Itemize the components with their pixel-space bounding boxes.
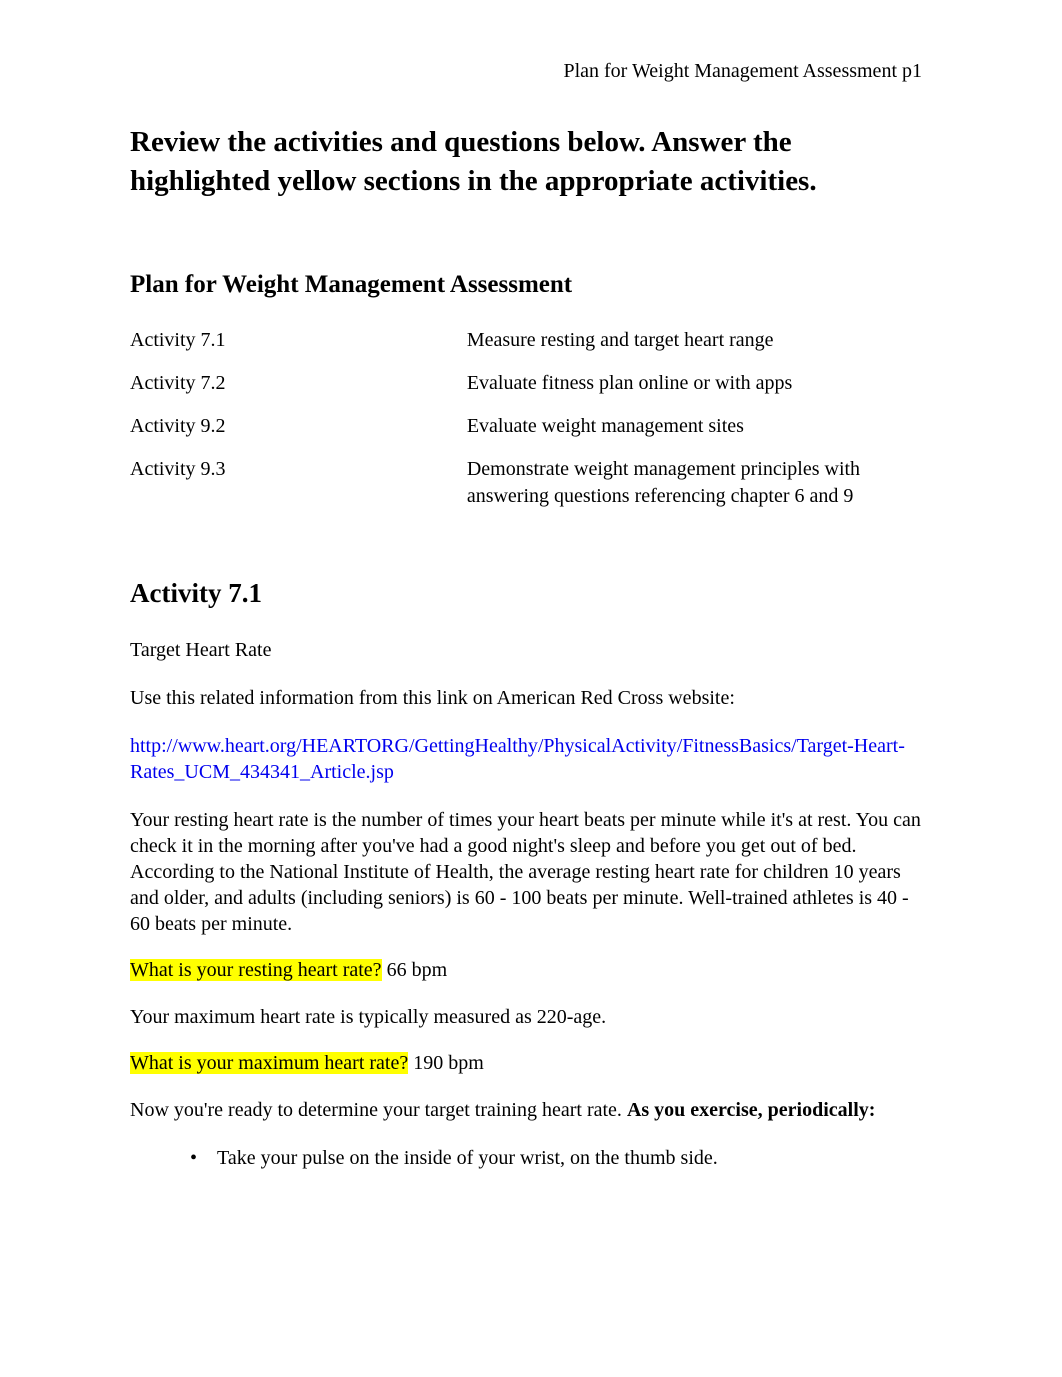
- running-header: Plan for Weight Management Assessment p1: [130, 60, 932, 83]
- max-heart-rate-qa: What is your maximum heart rate? 190 bpm: [130, 1052, 932, 1075]
- target-intro-bold: As you exercise, periodically:: [627, 1099, 875, 1121]
- activity-7-1-heading: Activity 7.1: [130, 578, 932, 609]
- resting-heart-rate-paragraph: Your resting heart rate is the number of…: [130, 807, 932, 937]
- resting-hr-question: What is your resting heart rate?: [130, 959, 382, 981]
- list-item: • Take your pulse on the inside of your …: [190, 1145, 932, 1171]
- activity-label: Activity 7.2: [130, 362, 467, 405]
- activity-plan-table: Activity 7.1 Measure resting and target …: [130, 319, 932, 518]
- table-row: Activity 7.1 Measure resting and target …: [130, 319, 932, 362]
- activity-label: Activity 9.2: [130, 405, 467, 448]
- max-hr-answer: 190 bpm: [408, 1052, 484, 1074]
- activity-desc: Demonstrate weight management principles…: [467, 448, 932, 518]
- resting-heart-rate-qa: What is your resting heart rate? 66 bpm: [130, 959, 932, 982]
- max-hr-question: What is your maximum heart rate?: [130, 1052, 408, 1074]
- table-row: Activity 9.2 Evaluate weight management …: [130, 405, 932, 448]
- activity-label: Activity 9.3: [130, 448, 467, 518]
- resting-hr-answer: 66 bpm: [382, 959, 448, 981]
- bullet-icon: •: [190, 1145, 197, 1171]
- reference-link[interactable]: http://www.heart.org/HEARTORG/GettingHea…: [130, 733, 932, 785]
- activity-label: Activity 7.1: [130, 319, 467, 362]
- bullet-text: Take your pulse on the inside of your wr…: [217, 1145, 718, 1171]
- plan-title: Plan for Weight Management Assessment: [130, 271, 932, 299]
- bullet-list: • Take your pulse on the inside of your …: [190, 1145, 932, 1171]
- activity-desc: Evaluate weight management sites: [467, 405, 932, 448]
- target-intro-text: Now you're ready to determine your targe…: [130, 1099, 627, 1121]
- intro-text: Use this related information from this l…: [130, 685, 932, 711]
- target-heart-rate-subheading: Target Heart Rate: [130, 637, 932, 663]
- target-training-intro: Now you're ready to determine your targe…: [130, 1097, 932, 1123]
- table-row: Activity 7.2 Evaluate fitness plan onlin…: [130, 362, 932, 405]
- max-heart-rate-paragraph: Your maximum heart rate is typically mea…: [130, 1004, 932, 1030]
- table-row: Activity 9.3 Demonstrate weight manageme…: [130, 448, 932, 518]
- activity-desc: Measure resting and target heart range: [467, 319, 932, 362]
- main-instruction: Review the activities and questions belo…: [130, 123, 932, 201]
- activity-desc: Evaluate fitness plan online or with app…: [467, 362, 932, 405]
